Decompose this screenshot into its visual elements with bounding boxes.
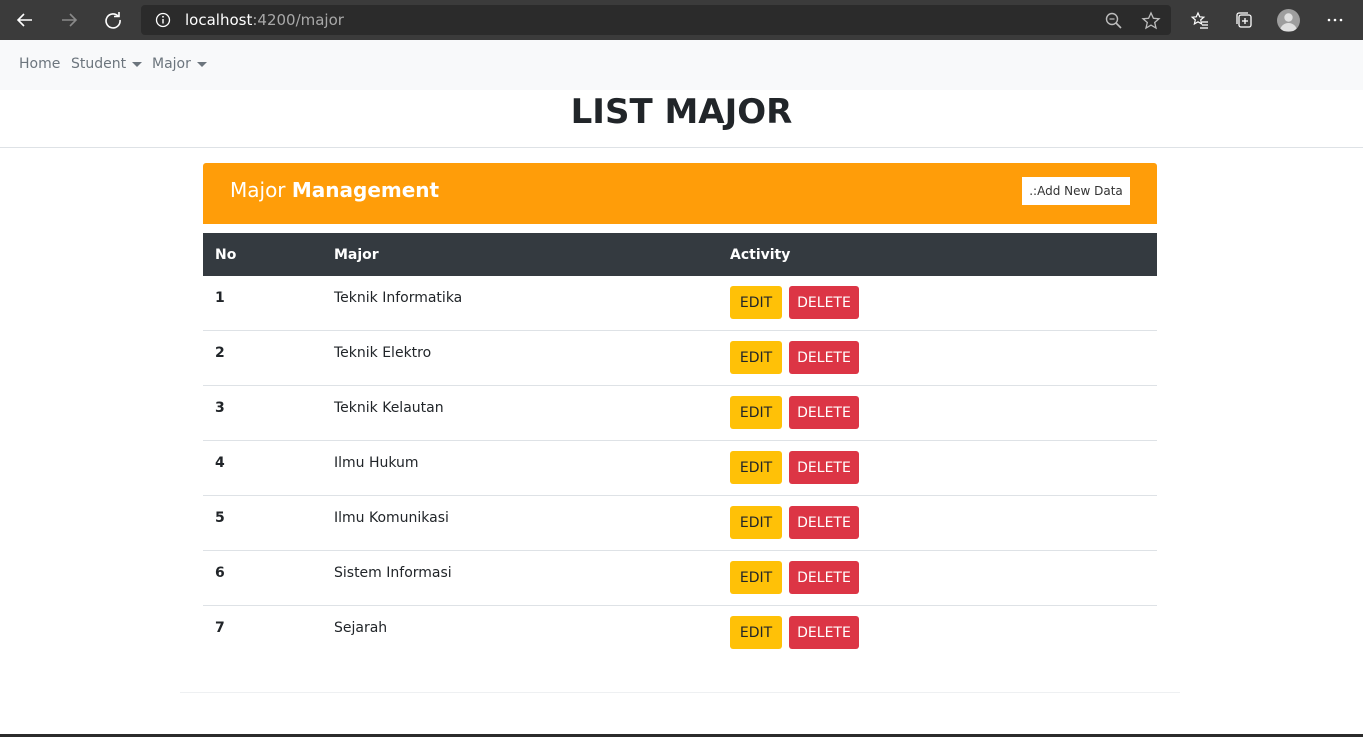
profile-avatar[interactable] — [1277, 9, 1300, 32]
row-number: 6 — [215, 565, 225, 581]
favorites-button[interactable] — [1186, 6, 1214, 34]
edit-button[interactable]: EDIT — [730, 341, 782, 374]
column-header-major: Major — [334, 247, 379, 263]
card-title-bold: Management — [291, 178, 440, 202]
major-table: No Major Activity 1 Teknik Informatika E… — [203, 233, 1157, 661]
refresh-button[interactable] — [99, 6, 127, 34]
major-name: Sejarah — [334, 620, 388, 636]
row-number: 1 — [215, 290, 225, 306]
column-header-no: No — [215, 247, 237, 263]
profile-icon — [1280, 13, 1297, 31]
row-number: 2 — [215, 345, 225, 361]
table-row: 7 Sejarah EDIT DELETE — [203, 606, 1157, 661]
zoom-icon[interactable] — [1104, 11, 1124, 31]
delete-button[interactable]: DELETE — [789, 396, 859, 429]
address-bar[interactable]: localhost:4200/major — [141, 5, 1171, 35]
table-row: 1 Teknik Informatika EDIT DELETE — [203, 276, 1157, 331]
url-path: :4200/major — [252, 11, 344, 29]
app-navbar: Home Student Major — [0, 40, 1363, 90]
nav-home-label: Home — [19, 56, 61, 72]
nav-student-label: Student — [71, 56, 127, 72]
delete-button[interactable]: DELETE — [789, 341, 859, 374]
page-title: LIST MAJOR — [570, 92, 793, 132]
row-number: 5 — [215, 510, 225, 526]
url-text[interactable]: localhost:4200/major — [185, 11, 344, 29]
star-icon[interactable] — [1141, 11, 1161, 31]
browser-toolbar: localhost:4200/major — [0, 0, 1363, 40]
footer-divider — [180, 692, 1180, 693]
major-name: Ilmu Hukum — [334, 455, 419, 471]
delete-button[interactable]: DELETE — [789, 561, 859, 594]
delete-button[interactable]: DELETE — [789, 616, 859, 649]
url-host: localhost — [185, 11, 253, 29]
refresh-icon — [105, 12, 121, 29]
card-header: Major Management .:Add New Data — [203, 163, 1157, 224]
info-icon[interactable] — [155, 12, 171, 28]
table-row: 5 Ilmu Komunikasi EDIT DELETE — [203, 496, 1157, 551]
forward-button[interactable] — [55, 6, 83, 34]
title-divider — [0, 147, 1363, 148]
row-number: 3 — [215, 400, 225, 416]
major-name: Teknik Informatika — [334, 290, 463, 306]
delete-button[interactable]: DELETE — [789, 506, 859, 539]
collections-icon — [1236, 12, 1252, 28]
nav-major-label: Major — [152, 56, 191, 72]
forward-icon — [62, 13, 78, 27]
major-name: Teknik Elektro — [334, 345, 432, 361]
nav-home[interactable]: Home — [19, 56, 60, 72]
delete-button[interactable]: DELETE — [789, 451, 859, 484]
edit-button[interactable]: EDIT — [730, 616, 782, 649]
edit-button[interactable]: EDIT — [730, 396, 782, 429]
major-name: Sistem Informasi — [334, 565, 452, 581]
table-row: 3 Teknik Kelautan EDIT DELETE — [203, 386, 1157, 441]
more-button[interactable] — [1321, 6, 1349, 34]
back-button[interactable] — [11, 6, 39, 34]
nav-student-dropdown[interactable]: Student — [71, 56, 143, 72]
table-row: 6 Sistem Informasi EDIT DELETE — [203, 551, 1157, 606]
card-title-regular: Major — [230, 178, 286, 202]
edit-button[interactable]: EDIT — [730, 561, 782, 594]
edit-button[interactable]: EDIT — [730, 451, 782, 484]
edit-button[interactable]: EDIT — [730, 286, 782, 319]
edit-button[interactable]: EDIT — [730, 506, 782, 539]
row-number: 7 — [215, 620, 225, 636]
back-icon — [16, 13, 32, 27]
collections-button[interactable] — [1230, 6, 1258, 34]
major-name: Ilmu Komunikasi — [334, 510, 449, 526]
nav-major-dropdown[interactable]: Major — [152, 56, 207, 72]
add-new-data-button[interactable]: .:Add New Data — [1022, 177, 1130, 205]
major-name: Teknik Kelautan — [334, 400, 444, 416]
more-icon — [1327, 18, 1343, 22]
row-number: 4 — [215, 455, 225, 471]
table-header: No Major Activity — [203, 233, 1157, 276]
delete-button[interactable]: DELETE — [789, 286, 859, 319]
caret-down-icon — [132, 61, 143, 67]
column-header-activity: Activity — [730, 247, 791, 263]
table-row: 2 Teknik Elektro EDIT DELETE — [203, 331, 1157, 386]
favorites-icon — [1190, 11, 1208, 29]
table-row: 4 Ilmu Hukum EDIT DELETE — [203, 441, 1157, 496]
caret-down-icon — [196, 61, 207, 67]
card-title: Major Management — [230, 178, 439, 202]
